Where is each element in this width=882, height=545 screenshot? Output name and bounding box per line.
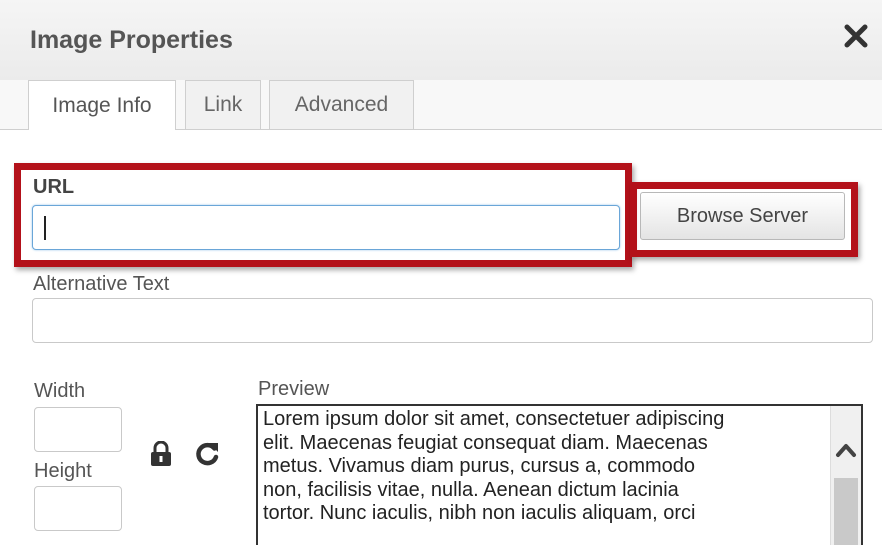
- height-input[interactable]: [34, 486, 122, 531]
- scrollbar-thumb[interactable]: [834, 478, 858, 545]
- dialog-titlebar[interactable]: Image Properties: [0, 0, 882, 81]
- alternative-text-input[interactable]: [32, 298, 873, 343]
- alternative-text-label: Alternative Text: [33, 273, 170, 295]
- preview-text: Lorem ipsum dolor sit amet, consectetuer…: [263, 408, 828, 526]
- preview-line: elit. Maecenas feugiat consequat diam. M…: [263, 431, 708, 454]
- chevron-up-icon[interactable]: [835, 441, 857, 459]
- url-label: URL: [33, 176, 75, 198]
- preview-line: Lorem ipsum dolor sit amet, consectetuer…: [263, 408, 725, 430]
- url-input[interactable]: [32, 205, 620, 250]
- tab-link[interactable]: Link: [185, 80, 261, 129]
- tab-advanced[interactable]: Advanced: [269, 80, 414, 129]
- preview-line: metus. Vivamus diam purus, cursus a, com…: [263, 455, 696, 477]
- lock-icon[interactable]: [149, 441, 173, 467]
- preview-scrollbar[interactable]: [830, 406, 861, 545]
- tab-image-info[interactable]: Image Info: [28, 80, 176, 130]
- close-icon[interactable]: [842, 22, 870, 50]
- image-properties-dialog: Image Properties Image Info Link Advance…: [0, 0, 882, 545]
- width-input[interactable]: [34, 407, 122, 452]
- preview-line: non, facilisis vitae, nulla. Aenean dict…: [263, 478, 679, 501]
- tab-strip: Image Info Link Advanced: [0, 80, 882, 130]
- dialog-title: Image Properties: [30, 26, 233, 54]
- reset-size-icon[interactable]: [194, 440, 220, 468]
- height-label: Height: [34, 460, 92, 482]
- browse-server-button[interactable]: Browse Server: [640, 192, 845, 240]
- preview-label: Preview: [258, 378, 330, 400]
- preview-line: tortor. Nunc iaculis, nibh non iaculis a…: [263, 502, 696, 524]
- preview-box: Lorem ipsum dolor sit amet, consectetuer…: [256, 404, 863, 545]
- width-label: Width: [34, 380, 86, 402]
- text-cursor: [44, 216, 46, 240]
